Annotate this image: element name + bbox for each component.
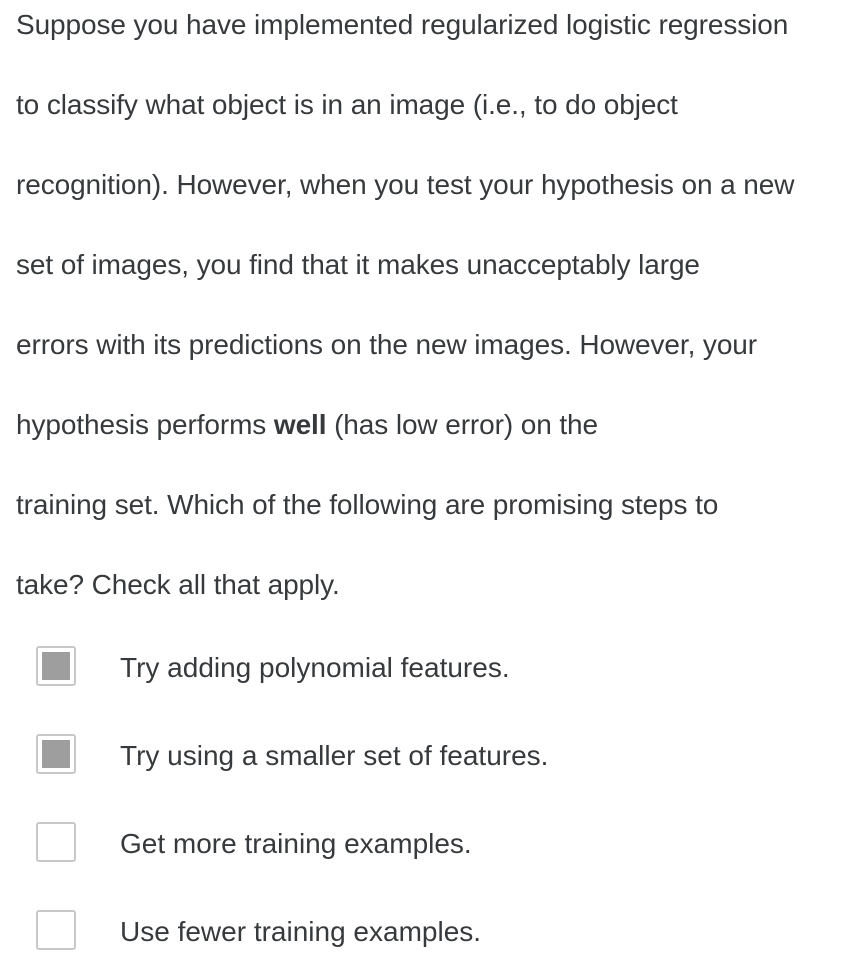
checkbox-fill: [42, 740, 70, 768]
question-line: to classify what object is in an image (…: [16, 89, 678, 120]
question-line: hypothesis performs well (has low error)…: [16, 400, 856, 480]
option-label: Try using a smaller set of features.: [120, 740, 549, 771]
option-label: Use fewer training examples.: [120, 916, 482, 947]
option-fewer-training-examples[interactable]: Use fewer training examples.: [36, 910, 836, 954]
question-text-segment: (has low error) on the: [326, 409, 598, 440]
checkbox-fill: [42, 652, 70, 680]
checkbox[interactable]: [36, 646, 76, 686]
question-line: errors with its predictions on the new i…: [16, 329, 757, 360]
checkbox[interactable]: [36, 734, 76, 774]
option-label: Get more training examples.: [120, 828, 472, 859]
question-line: training set. Which of the following are…: [16, 489, 719, 520]
option-more-training-examples[interactable]: Get more training examples.: [36, 822, 836, 866]
question-text-segment: hypothesis performs: [16, 409, 274, 440]
checkbox[interactable]: [36, 822, 76, 862]
question-line: take? Check all that apply.: [16, 569, 340, 600]
emphasis-well: well: [273, 409, 327, 440]
question-line: Suppose you have implemented regularized…: [16, 9, 789, 40]
option-smaller-feature-set[interactable]: Try using a smaller set of features.: [36, 734, 836, 778]
question-text: Suppose you have implemented regularized…: [16, 0, 856, 640]
option-add-polynomial-features[interactable]: Try adding polynomial features.: [36, 646, 836, 690]
option-label: Try adding polynomial features.: [120, 652, 510, 683]
checkbox[interactable]: [36, 910, 76, 950]
question-line: recognition). However, when you test you…: [16, 169, 795, 200]
question-line: set of images, you find that it makes un…: [16, 249, 700, 280]
